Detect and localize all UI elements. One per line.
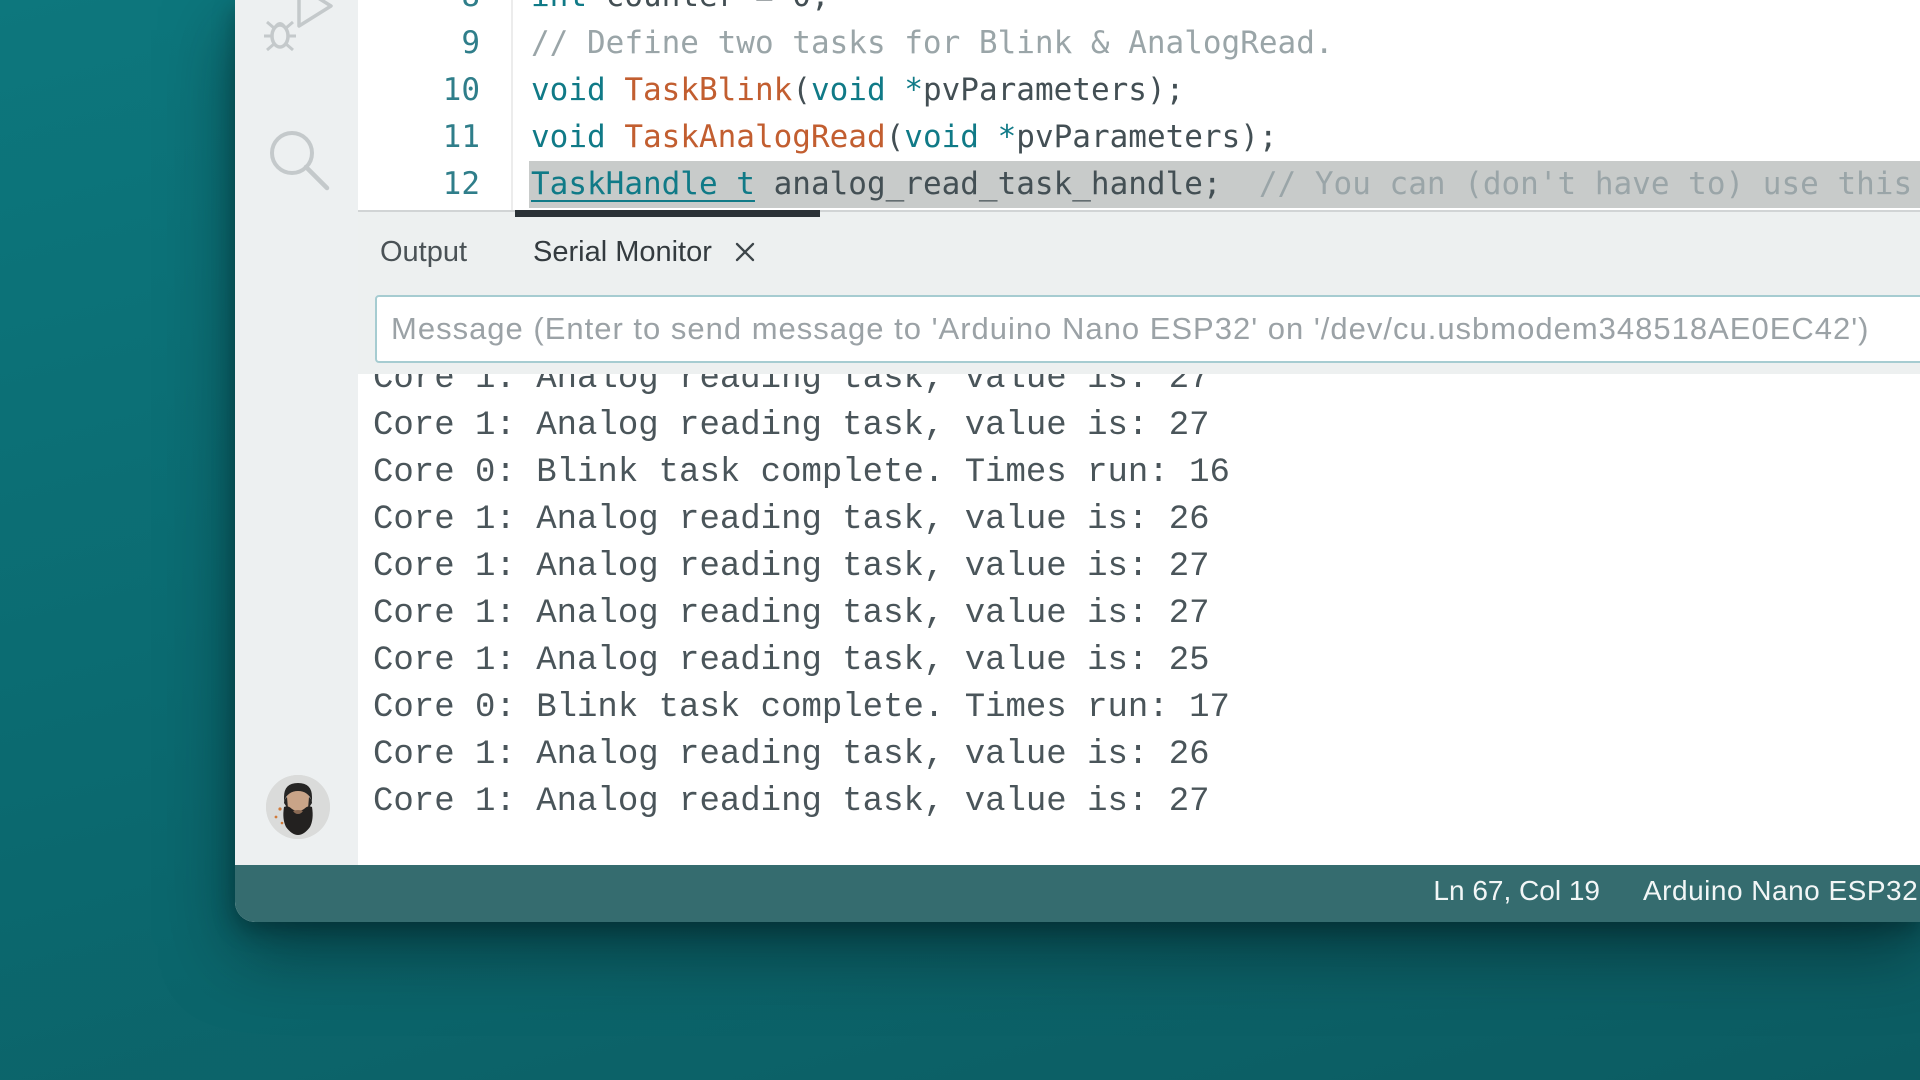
serial-line-4: Core 1: Analog reading task, value is: 2…: [373, 501, 1210, 539]
code-lines: int counter = 0;// Define two tasks for …: [529, 0, 1920, 208]
code-line-12[interactable]: TaskHandle_t analog_read_task_handle; //…: [529, 161, 1920, 208]
code-line-8[interactable]: int counter = 0;: [529, 0, 1920, 20]
serial-monitor-output[interactable]: Core 1: Analog reading task, value is: 2…: [358, 374, 1920, 865]
cursor-position[interactable]: Ln 67, Col 19: [1433, 865, 1600, 916]
serial-line-10: Core 1: Analog reading task, value is: 2…: [373, 783, 1210, 821]
search-icon[interactable]: [261, 122, 337, 203]
line-number-11: 11: [442, 119, 480, 155]
code-editor[interactable]: 8 9 10 11 12 int counter = 0;// Define two t…: [358, 0, 1920, 210]
serial-line-6: Core 1: Analog reading task, value is: 2…: [373, 595, 1210, 633]
board-name[interactable]: Arduino Nano ESP32: [1643, 865, 1918, 916]
line-number-9: 9: [461, 25, 480, 61]
serial-line-2: Core 1: Analog reading task, value is: 2…: [373, 407, 1210, 445]
tab-serial-monitor-label: Serial Monitor: [533, 235, 712, 268]
code-line-9[interactable]: // Define two tasks for Blink & AnalogRe…: [529, 20, 1920, 67]
line-number-12: 12: [442, 166, 480, 202]
code-line-10[interactable]: void TaskBlink(void *pvParameters);: [529, 67, 1920, 114]
activity-sidebar: [235, 0, 358, 865]
serial-line-3: Core 0: Blink task complete. Times run: …: [373, 454, 1230, 492]
tab-output-label: Output: [380, 235, 468, 268]
serial-lines: Core 1: Analog reading task, value is: 2…: [358, 374, 1920, 826]
serial-message-input[interactable]: [375, 295, 1920, 363]
code-line-11[interactable]: void TaskAnalogRead(void *pvParameters);: [529, 114, 1920, 161]
tab-serial-monitor[interactable]: Serial Monitor: [533, 224, 758, 280]
line-number-8: 8: [358, 0, 480, 20]
tab-output[interactable]: Output: [380, 224, 467, 280]
status-bar: Ln 67, Col 19 Arduino Nano ESP32: [235, 865, 1920, 922]
line-number-10: 10: [442, 72, 480, 108]
serial-line-1: Core 1: Analog reading task, value is: 2…: [373, 374, 1210, 398]
serial-line-5: Core 1: Analog reading task, value is: 2…: [373, 548, 1210, 586]
desktop: { "app": "Arduino IDE", "colors": { "des…: [0, 0, 1920, 1080]
debug-icon[interactable]: [263, 0, 337, 71]
active-tab-indicator: [515, 210, 820, 217]
close-icon[interactable]: [732, 239, 758, 265]
serial-line-7: Core 1: Analog reading task, value is: 2…: [373, 642, 1210, 680]
ide-window: 8 9 10 11 12 int counter = 0;// Define two t…: [235, 0, 1920, 922]
gutter: 8 9 10 11 12: [358, 0, 513, 210]
serial-line-9: Core 1: Analog reading task, value is: 2…: [373, 736, 1210, 774]
avatar[interactable]: [266, 775, 330, 839]
serial-line-8: Core 0: Blink task complete. Times run: …: [373, 689, 1230, 727]
